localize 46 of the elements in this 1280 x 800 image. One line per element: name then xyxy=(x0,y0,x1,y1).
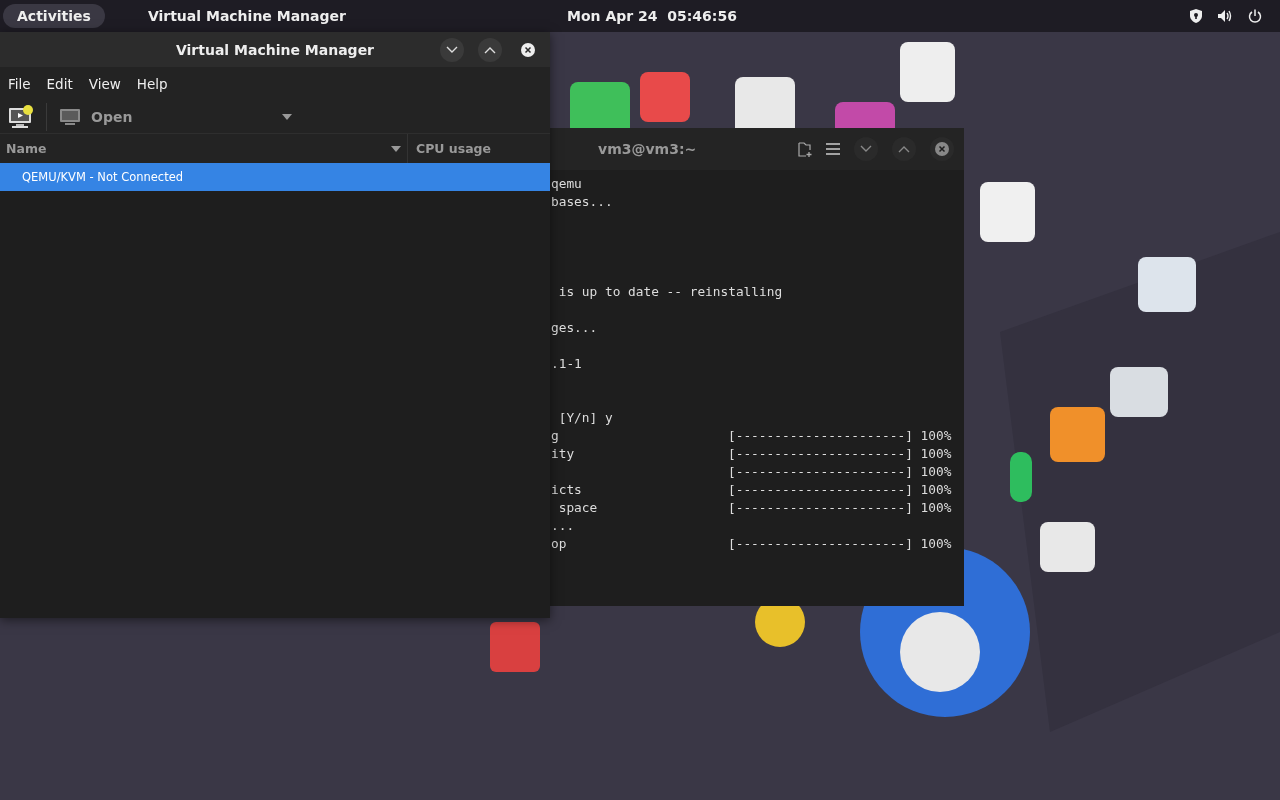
close-icon xyxy=(935,142,949,156)
activities-button[interactable]: Activities xyxy=(3,4,105,28)
terminal-line: is up to date -- reinstalling xyxy=(557,284,783,299)
progress-text: [----------------------] 100% xyxy=(728,535,952,553)
minimize-button[interactable] xyxy=(440,37,464,62)
progress-text: [----------------------] 100% xyxy=(728,427,952,445)
terminal-line: [Y/n] y xyxy=(557,410,613,425)
chevron-down-icon xyxy=(446,45,458,54)
terminal-line: ges... xyxy=(551,320,598,335)
terminal-line: .1-1 xyxy=(551,356,582,371)
terminal-line: ... xyxy=(551,518,575,533)
terminal-line: op xyxy=(551,536,567,551)
menu-item[interactable]: Help xyxy=(128,75,176,92)
terminal-line: bases... xyxy=(551,194,613,209)
terminal-line: qemu xyxy=(551,176,582,191)
connection-row[interactable]: QEMU/KVM - Not Connected xyxy=(0,163,550,191)
maximize-button[interactable] xyxy=(478,37,502,62)
progress-text: [----------------------] 100% xyxy=(728,481,952,499)
clock[interactable]: Mon Apr 24 05:46:56 xyxy=(567,8,737,24)
new-tab-icon[interactable] xyxy=(798,141,812,157)
menu-icon[interactable] xyxy=(826,143,840,155)
volume-icon[interactable] xyxy=(1218,9,1232,23)
terminal-line: g xyxy=(551,428,559,443)
chevron-down-icon xyxy=(860,145,872,153)
menu-item[interactable]: Edit xyxy=(38,75,81,92)
chevron-up-icon xyxy=(898,145,910,153)
progress-text: [----------------------] 100% xyxy=(728,499,952,517)
terminal-line: space xyxy=(557,500,598,515)
terminal-line: icts xyxy=(551,482,582,497)
new-vm-icon[interactable] xyxy=(8,104,34,129)
column-header[interactable]: CPU usage xyxy=(408,134,498,163)
app-menu-label[interactable]: Virtual Machine Manager xyxy=(147,8,346,24)
chevron-up-icon xyxy=(484,45,496,54)
caret-icon[interactable] xyxy=(282,113,293,120)
window-title: vm3@vm3:~ xyxy=(598,141,697,157)
menu-item[interactable]: File xyxy=(0,75,39,92)
monitor-icon xyxy=(59,107,81,126)
power-icon[interactable] xyxy=(1248,9,1262,23)
close-icon xyxy=(521,42,535,57)
window-title: Virtual Machine Manager xyxy=(175,41,375,58)
menu-item[interactable]: View xyxy=(80,75,129,92)
terminal-line: ity xyxy=(551,446,575,461)
sort-caret-icon[interactable] xyxy=(391,145,401,152)
progress-text: [----------------------] 100% xyxy=(728,445,952,463)
shield-icon[interactable] xyxy=(1190,9,1202,23)
progress-text: [----------------------] 100% xyxy=(728,463,952,481)
